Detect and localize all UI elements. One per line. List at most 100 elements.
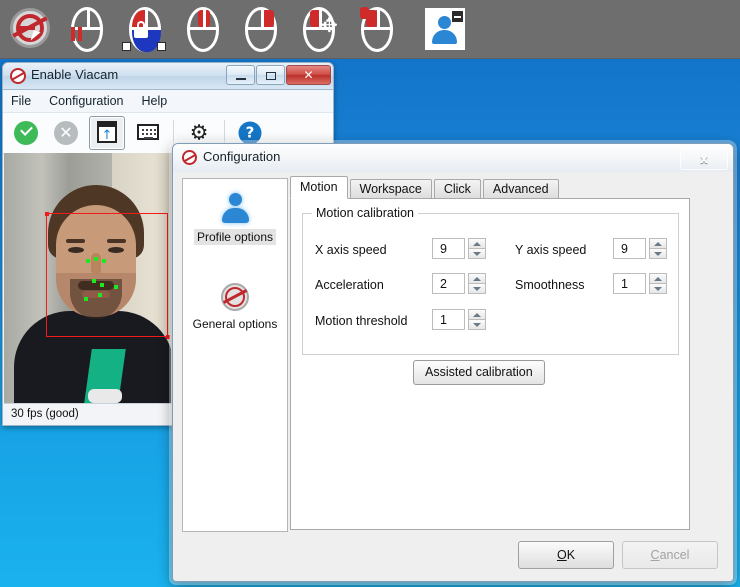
assisted-calibration-button[interactable]: Assisted calibration [413, 360, 545, 385]
eviacam-dialog-icon [182, 150, 197, 165]
label-y-axis-speed: Y axis speed [515, 243, 586, 257]
ok-rest: K [567, 548, 575, 562]
viacam-window-controls: ✕ [225, 65, 331, 86]
show-window-button[interactable]: ↑ [89, 116, 125, 150]
config-tab-panel: Motion Workspace Click Advanced Motion c… [290, 178, 690, 530]
mouse-left-click-icon[interactable] [178, 5, 228, 55]
cancel-mnemonic: C [651, 548, 660, 562]
tab-click[interactable]: Click [434, 179, 481, 199]
stepper-up-icon[interactable] [649, 273, 667, 283]
stepper-down-icon[interactable] [468, 319, 486, 330]
close-icon: ✕ [303, 68, 313, 82]
tracking-feature-point [100, 283, 104, 287]
mouse-right-click-icon[interactable] [236, 5, 286, 55]
config-dialog-title: Configuration [203, 149, 280, 164]
eviacam-icon [221, 283, 249, 311]
stepper-up-icon[interactable] [468, 273, 486, 283]
tab-advanced[interactable]: Advanced [483, 179, 559, 199]
spinner-smoothness[interactable]: 1 [613, 273, 667, 294]
contact-card-icon[interactable] [418, 5, 472, 55]
cancel-button[interactable]: Cancel [622, 541, 718, 569]
tracking-feature-point [94, 257, 98, 261]
tracking-feature-point [86, 259, 90, 263]
y-axis-speed-value[interactable]: 9 [613, 238, 646, 259]
webcam-preview[interactable] [4, 153, 180, 403]
spinner-y-axis-speed[interactable]: 9 [613, 238, 667, 259]
config-title-bar[interactable]: Configuration x [173, 144, 733, 172]
viacam-menu-bar: File Configuration Help [3, 90, 333, 113]
tab-motion[interactable]: Motion [290, 176, 348, 199]
close-button[interactable]: ✕ [286, 65, 331, 85]
stepper-up-icon[interactable] [649, 238, 667, 248]
menu-item-configuration[interactable]: Configuration [49, 94, 123, 108]
tracking-feature-point [84, 297, 88, 301]
stepper-up-icon[interactable] [468, 309, 486, 319]
spinner-motion-threshold[interactable]: 1 [432, 309, 486, 330]
stepper-down-icon[interactable] [649, 283, 667, 294]
mouse-lock-icon[interactable] [120, 5, 170, 55]
mouse-outline [361, 7, 393, 52]
tab-workspace[interactable]: Workspace [350, 179, 432, 199]
stepper-up-icon[interactable] [468, 238, 486, 248]
minus-badge-icon [452, 11, 463, 22]
viacam-title-bar[interactable]: Enable Viacam ✕ [3, 63, 333, 90]
onscreen-keyboard-button[interactable] [131, 117, 165, 149]
configuration-dialog: Configuration x Profile options General … [172, 143, 734, 582]
menu-item-file[interactable]: File [11, 94, 31, 108]
app-launcher-toolbar: ✥ [0, 0, 740, 59]
question-mark-icon: ? [239, 122, 262, 145]
mouse-double-click-icon[interactable] [352, 5, 402, 55]
x-axis-speed-value[interactable]: 9 [432, 238, 465, 259]
sidebar-item-label: General options [190, 316, 281, 332]
enable-button[interactable] [9, 117, 43, 149]
tracking-feature-point [92, 279, 96, 283]
acceleration-value[interactable]: 2 [432, 273, 465, 294]
eviacam-window-icon [10, 68, 26, 84]
minimize-button[interactable] [226, 65, 255, 85]
disable-button[interactable]: ✕ [49, 117, 83, 149]
config-sidebar: Profile options General options [182, 178, 288, 532]
fps-status-bar: 30 fps (good) [4, 403, 180, 425]
four-way-arrow-glyph: ✥ [321, 15, 338, 35]
motion-threshold-value[interactable]: 1 [432, 309, 465, 330]
toolbar-separator-1 [173, 120, 174, 146]
close-icon: x [700, 152, 708, 166]
x-axis-speed-stepper[interactable] [468, 238, 486, 259]
label-motion-threshold: Motion threshold [315, 314, 407, 328]
grey-cross-icon: ✕ [54, 121, 78, 145]
sidebar-item-general-options[interactable]: General options [183, 283, 287, 333]
tab-strip: Motion Workspace Click Advanced [290, 178, 561, 199]
preview-collar-white [88, 389, 122, 403]
viacam-window-title: Enable Viacam [31, 67, 118, 82]
config-close-button[interactable]: x [680, 147, 728, 170]
stepper-down-icon[interactable] [468, 248, 486, 259]
group-legend: Motion calibration [312, 206, 418, 220]
spinner-x-axis-speed[interactable]: 9 [432, 238, 486, 259]
acceleration-stepper[interactable] [468, 273, 486, 294]
y-axis-speed-stepper[interactable] [649, 238, 667, 259]
motion-tab-content: Motion calibration X axis speed 9 Y axis… [290, 198, 690, 530]
menu-item-help[interactable]: Help [142, 94, 168, 108]
ok-button[interactable]: OK [518, 541, 614, 569]
stepper-down-icon[interactable] [649, 248, 667, 259]
spinner-acceleration[interactable]: 2 [432, 273, 486, 294]
tracking-feature-point [114, 285, 118, 289]
stepper-down-icon[interactable] [468, 283, 486, 294]
mouse-outline [245, 7, 277, 52]
ok-mnemonic: O [557, 548, 567, 562]
smoothness-stepper[interactable] [649, 273, 667, 294]
sidebar-item-profile-options[interactable]: Profile options [183, 193, 287, 246]
motion-calibration-group: Motion calibration X axis speed 9 Y axis… [302, 213, 679, 355]
gear-icon: ⚙ [190, 123, 209, 144]
eviacam-logo-cursor-icon[interactable] [4, 5, 54, 55]
mouse-outline [187, 7, 219, 52]
sidebar-item-label: Profile options [194, 229, 276, 245]
maximize-button[interactable] [256, 65, 285, 85]
label-smoothness: Smoothness [515, 278, 584, 292]
mouse-drag-icon[interactable]: ✥ [294, 5, 344, 55]
mouse-pause-icon[interactable] [62, 5, 112, 55]
motion-threshold-stepper[interactable] [468, 309, 486, 330]
smoothness-value[interactable]: 1 [613, 273, 646, 294]
tracking-feature-point [98, 293, 102, 297]
face-tracking-box [46, 213, 168, 337]
